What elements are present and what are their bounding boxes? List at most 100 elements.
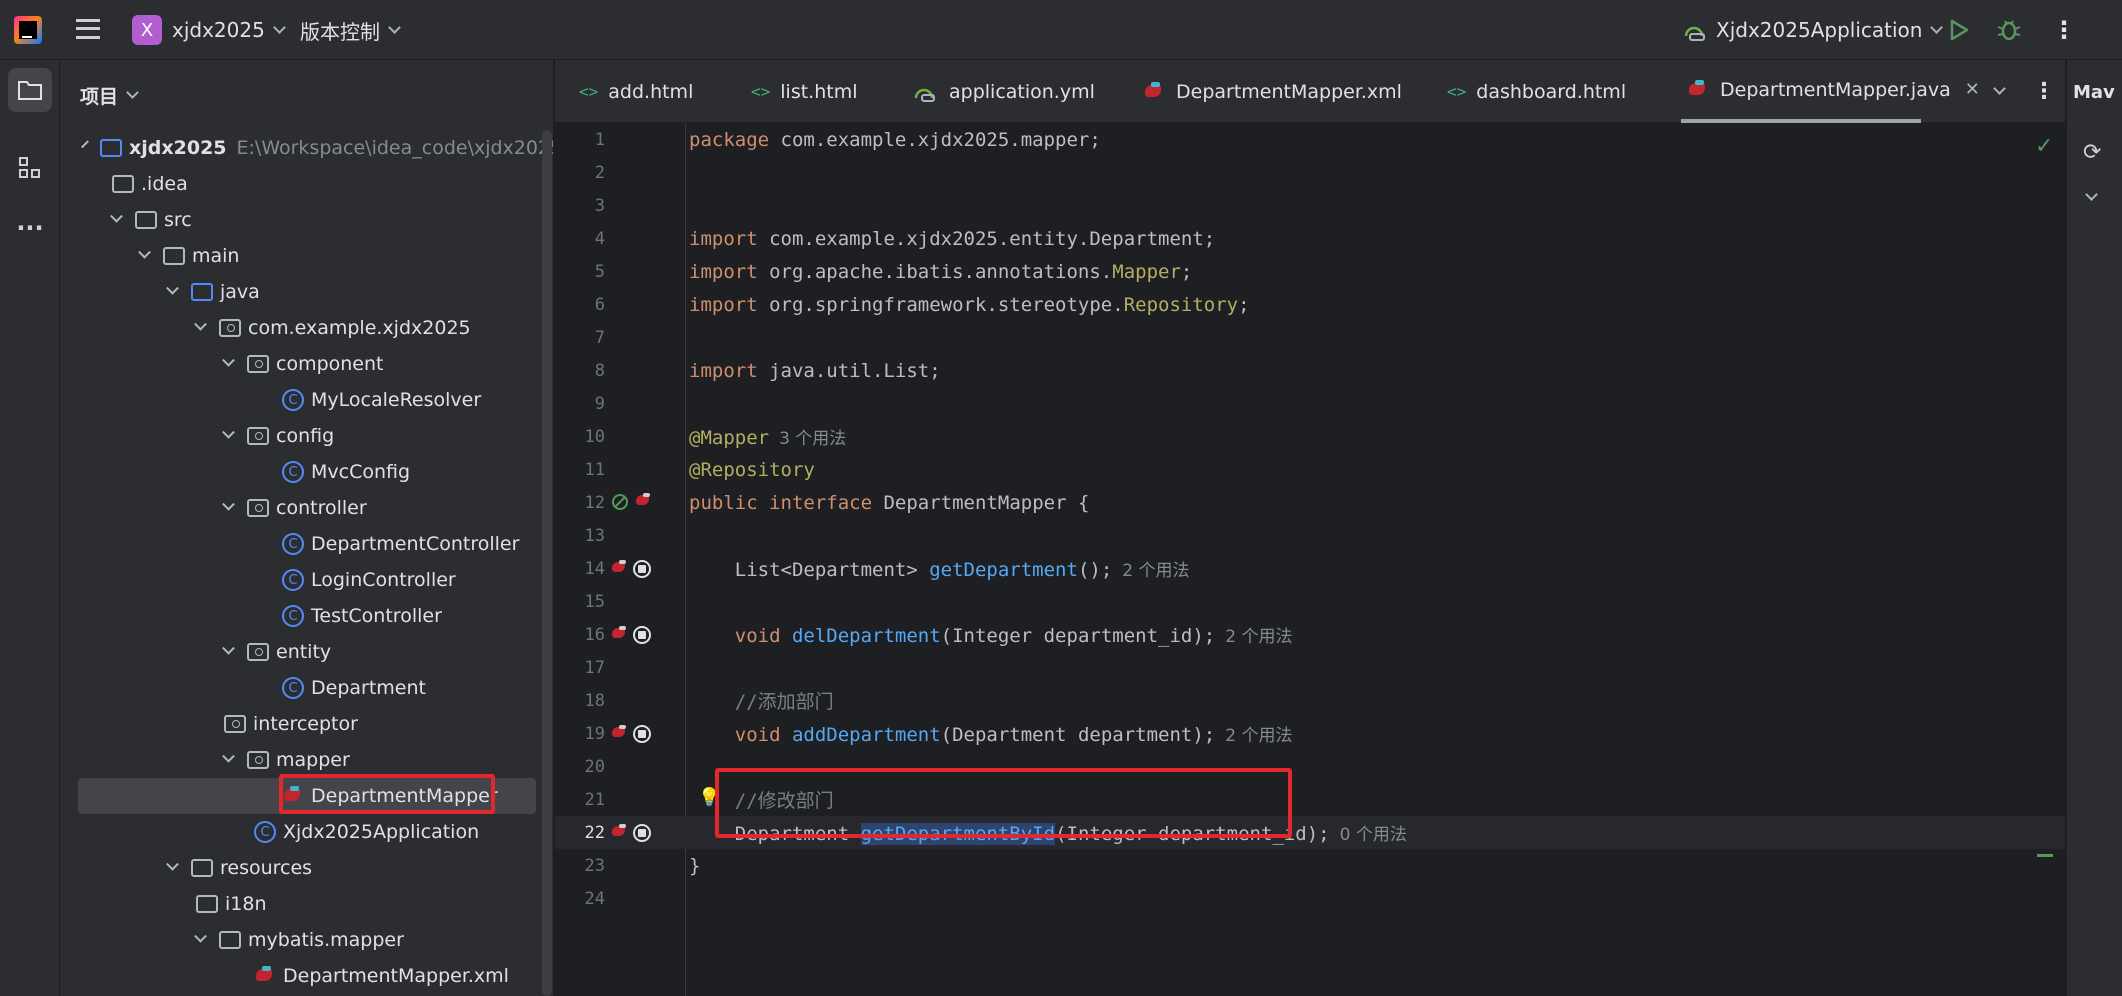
tree-item-testcontroller[interactable]: C TestController [60, 598, 553, 634]
tree-item-mvcconfig[interactable]: C MvcConfig [60, 454, 553, 490]
package-icon [219, 319, 241, 337]
change-marker [2037, 854, 2053, 857]
mybatis-gutter-icon[interactable] [611, 625, 629, 640]
tree-item-entity[interactable]: entity [60, 634, 553, 670]
implemented-gutter-icon[interactable] [633, 724, 651, 743]
tree-label: xjdx2025 [129, 137, 227, 159]
code-line: 19 void addDepartment(Department departm… [584, 723, 1293, 747]
maven-panel-label[interactable]: Mav [2073, 82, 2115, 103]
tab-overflow-dropdown[interactable] [1993, 60, 2006, 123]
tree-item-departmentcontroller[interactable]: C DepartmentController [60, 526, 553, 562]
tab-label: list.html [780, 80, 858, 103]
mybatis-gutter-icon[interactable] [635, 492, 653, 507]
tree-label: mapper [276, 749, 350, 771]
chevron-down-icon [388, 20, 401, 34]
tree-item-xjdx2025[interactable]: xjdx2025 E:\Workspace\idea_code\xjdx2025 [60, 130, 554, 166]
tree-label: TestController [311, 605, 442, 627]
debug-button[interactable] [1996, 0, 2022, 60]
usage-hint[interactable]: 3 个用法 [779, 429, 846, 449]
tab-departmentmapper-java[interactable]: DepartmentMapper.java ✕ [1681, 60, 1980, 123]
tab-dashboard-html[interactable]: <> dashboard.html [1447, 60, 1626, 123]
project-tool-button[interactable] [8, 68, 52, 112]
run-config-selector[interactable]: Xjdx2025Application [1682, 0, 1944, 60]
project-switcher[interactable]: X xjdx2025 [132, 0, 286, 60]
code-line: 9 [594, 393, 605, 414]
tree-item-department[interactable]: C Department [60, 670, 553, 706]
folder-icon [219, 931, 241, 949]
tree-item-config[interactable]: config [60, 418, 553, 454]
more-actions-icon[interactable]: ⋮ [2052, 0, 2076, 60]
code-line: 16 void delDepartment(Integer department… [584, 624, 1293, 648]
tree-label: src [164, 209, 192, 231]
code-line: 6 import org.springframework.stereotype.R… [594, 293, 1250, 316]
spring-app-class-icon: C [254, 821, 276, 843]
tree-item-interceptor[interactable]: interceptor [60, 706, 553, 742]
chevron-down-icon [1993, 82, 2006, 95]
vcs-menu[interactable]: 版本控制 [300, 0, 401, 60]
tree-item-mapper[interactable]: mapper [60, 742, 553, 778]
mybatis-icon [1143, 81, 1165, 103]
tab-application-yml[interactable]: application.yml [913, 60, 1095, 123]
tree-item-src[interactable]: src [60, 202, 553, 238]
usage-hint[interactable]: 2 个用法 [1122, 561, 1189, 581]
tree-label: entity [276, 641, 332, 663]
usage-hint[interactable]: 2 个用法 [1225, 726, 1292, 746]
tree-item-idea[interactable]: .idea [60, 166, 553, 202]
spring-boot-icon [1684, 26, 1705, 41]
run-button[interactable] [1948, 0, 1970, 60]
usage-hint[interactable]: 2 个用法 [1225, 627, 1292, 647]
tab-list-html[interactable]: <> list.html [751, 60, 858, 123]
mybatis-gutter-icon[interactable] [611, 724, 629, 739]
tree-item-logincontroller[interactable]: C LoginController [60, 562, 553, 598]
mybatis-gutter-icon[interactable] [611, 559, 629, 574]
refresh-icon[interactable]: ⟳ [2083, 140, 2101, 165]
tree-item-component[interactable]: component [60, 346, 553, 382]
tree-scrollbar[interactable] [542, 130, 552, 996]
package-icon [247, 355, 269, 373]
usage-hint[interactable]: 0 个用法 [1340, 825, 1407, 845]
chevron-down-icon[interactable] [2085, 188, 2098, 201]
implemented-gutter-icon[interactable] [633, 823, 651, 842]
tree-item-package[interactable]: com.example.xjdx2025 [60, 310, 553, 346]
tab-more-icon[interactable]: ⋮ [2033, 60, 2055, 123]
highlight-box-tree [279, 774, 495, 814]
code-line: 24 [584, 888, 605, 909]
code-line: 15 [584, 591, 605, 612]
tree-label: MvcConfig [311, 461, 411, 483]
no-problems-check-icon[interactable]: ✓ [2035, 134, 2053, 159]
tree-item-i18n[interactable]: i18n [60, 886, 553, 922]
tree-item-java[interactable]: java [60, 274, 553, 310]
project-path: E:\Workspace\idea_code\xjdx2025 [236, 137, 554, 159]
structure-tool-button[interactable] [8, 146, 52, 190]
mybatis-gutter-icon[interactable] [611, 823, 629, 838]
spring-bean-gutter-icon[interactable] [611, 493, 631, 513]
class-icon: C [282, 677, 304, 699]
tab-add-html[interactable]: <> add.html [579, 60, 693, 123]
tree-item-xjdx2025application[interactable]: C Xjdx2025Application [60, 814, 553, 850]
tree-item-main[interactable]: main [60, 238, 553, 274]
source-folder-icon [191, 283, 213, 301]
editor-tabs: <> add.html <> list.html application.yml D… [555, 60, 2065, 123]
class-icon: C [282, 605, 304, 627]
implemented-gutter-icon[interactable] [633, 559, 651, 578]
intellij-logo-icon[interactable] [14, 16, 42, 44]
close-tab-icon[interactable]: ✕ [1965, 79, 1980, 100]
editor-area: <> add.html <> list.html application.yml D… [555, 60, 2065, 996]
tree-item-controller[interactable]: controller [60, 490, 553, 526]
run-icon [1950, 19, 1969, 41]
tree-label: resources [220, 857, 313, 879]
class-icon: C [282, 569, 304, 591]
tree-item-resources[interactable]: resources [60, 850, 553, 886]
tool-window-strip: ··· [0, 60, 60, 996]
tree-item-mybatis-mapper[interactable]: mybatis.mapper [60, 922, 553, 958]
tab-departmentmapper-xml[interactable]: DepartmentMapper.xml [1143, 60, 1402, 123]
tree-item-departmentmapper-xml[interactable]: DepartmentMapper.xml [60, 958, 553, 994]
more-tools-icon[interactable]: ··· [8, 206, 52, 250]
class-icon: C [282, 389, 304, 411]
implemented-gutter-icon[interactable] [633, 625, 651, 644]
main-menu-icon[interactable] [76, 19, 100, 39]
project-panel-header[interactable]: 项目 [80, 82, 139, 109]
module-folder-icon [100, 139, 122, 157]
code-line: 14 List<Department> getDepartment(); 2 个用… [584, 558, 1190, 582]
tree-item-mylocaleresolver[interactable]: C MyLocaleResolver [60, 382, 553, 418]
